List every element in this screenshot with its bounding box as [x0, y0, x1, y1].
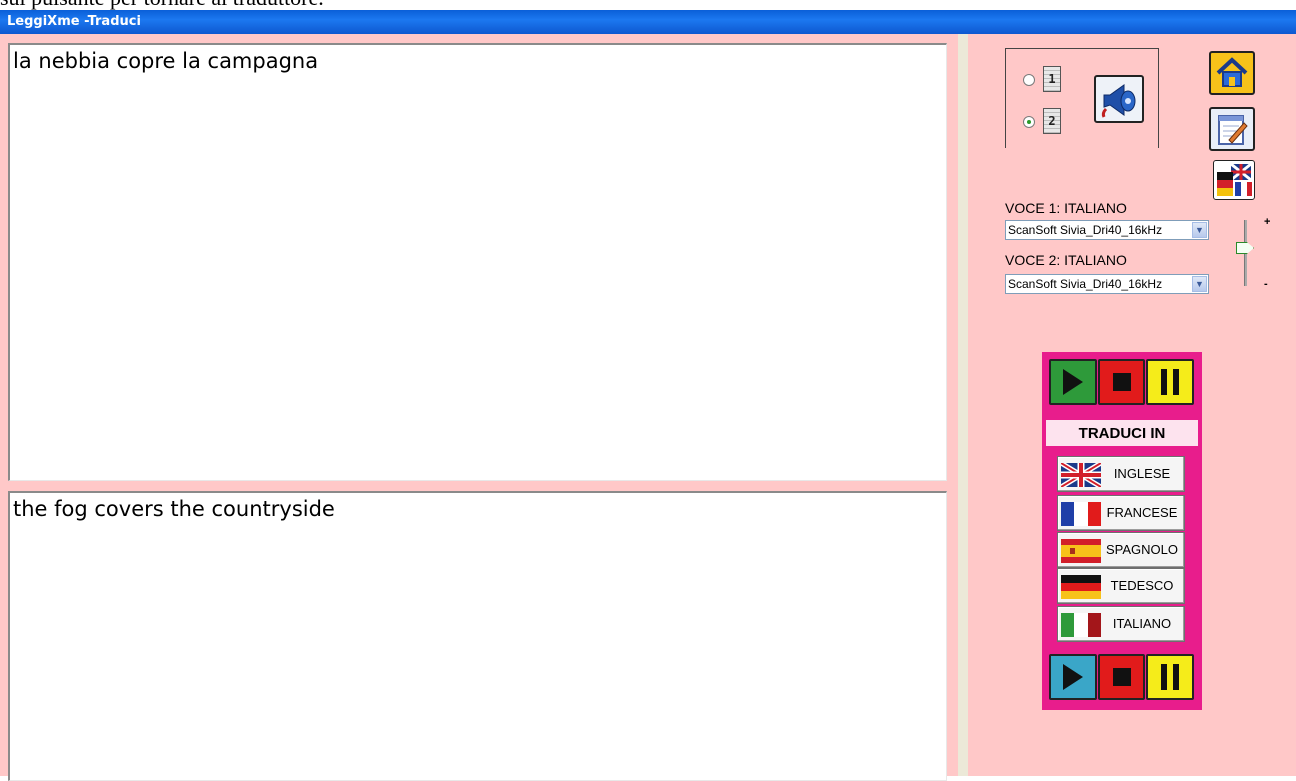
voice-2-label: VOCE 2: ITALIANO: [1005, 252, 1127, 268]
stop-icon: [1112, 373, 1131, 391]
pause-button[interactable]: [1146, 359, 1195, 405]
splitter[interactable]: [958, 34, 968, 776]
language-label: INGLESE: [1113, 466, 1171, 481]
source-text-box[interactable]: la nebbia copre la campagna: [8, 43, 947, 481]
speaker-horn-button[interactable]: [1094, 75, 1144, 123]
pause-icon: [1161, 664, 1180, 690]
stop-icon: [1112, 668, 1131, 686]
chevron-down-icon[interactable]: ▼: [1192, 276, 1207, 292]
home-button[interactable]: [1209, 51, 1255, 95]
pause-button[interactable]: [1146, 654, 1195, 700]
notepad-button[interactable]: [1209, 107, 1255, 151]
translate-to-title: TRADUCI IN: [1046, 420, 1198, 446]
spain-flag-icon: [1061, 539, 1101, 563]
translated-text: the fog covers the countryside: [13, 497, 335, 521]
voice-1-select-value: ScanSoft Sivia_Dri40_16kHz: [1008, 223, 1163, 237]
germany-flag-icon: [1061, 575, 1101, 599]
play-icon: [1062, 369, 1083, 395]
voice-2-select-value: ScanSoft Sivia_Dri40_16kHz: [1008, 277, 1163, 291]
document-text-fragment: sul pulsante per tornare al traduttore.: [0, 0, 700, 10]
speaker-horn-icon: [1101, 84, 1136, 118]
translate-french-button[interactable]: FRANCESE: [1057, 495, 1185, 531]
control-sidebar: 1 2 VOCE 1: ITALIANO ScanSoft Sivia_Dri4…: [968, 34, 1296, 776]
stop-button[interactable]: [1097, 654, 1146, 700]
source-text: la nebbia copre la campagna: [13, 49, 319, 73]
uk-flag-icon: [1061, 463, 1101, 487]
language-label: ITALIANO: [1112, 616, 1172, 631]
language-label: SPAGNOLO: [1105, 542, 1178, 557]
play-button[interactable]: [1049, 359, 1097, 405]
notepad-icon: [1218, 115, 1248, 145]
voice-2-select[interactable]: ScanSoft Sivia_Dri40_16kHz ▼: [1005, 274, 1209, 294]
voice-1-label: VOCE 1: ITALIANO: [1005, 200, 1127, 216]
source-playback-controls: [1049, 359, 1195, 405]
volume-minus-label: -: [1264, 278, 1268, 290]
translate-spanish-button[interactable]: SPAGNOLO: [1057, 532, 1185, 568]
text-area-region: la nebbia copre la campagna the fog cove…: [0, 34, 968, 781]
volume-plus-label: +: [1264, 216, 1271, 228]
voice-2-radio[interactable]: [1023, 116, 1035, 128]
chevron-down-icon[interactable]: ▼: [1192, 222, 1207, 238]
pause-icon: [1161, 369, 1180, 395]
france-flag-icon: [1061, 502, 1101, 526]
voice-1-number-icon: 1: [1043, 66, 1061, 92]
translation-text-box[interactable]: the fog covers the countryside: [8, 491, 947, 781]
home-icon: [1216, 57, 1248, 87]
play-icon: [1062, 664, 1083, 690]
language-flags-button[interactable]: [1213, 160, 1255, 200]
voice-1-radio[interactable]: [1023, 74, 1035, 86]
volume-slider-thumb[interactable]: [1236, 242, 1254, 254]
voice-2-number-icon: 2: [1043, 108, 1061, 134]
window-title: LeggiXme -Traduci: [7, 14, 141, 29]
translate-italian-button[interactable]: ITALIANO: [1057, 606, 1185, 642]
translation-playback-controls: [1049, 654, 1195, 700]
voice-selector-group: 1 2: [1005, 48, 1159, 148]
language-label: FRANCESE: [1106, 505, 1178, 520]
translate-panel: TRADUCI IN INGLESE FRANCESE SPAGNOLO TED…: [1042, 352, 1202, 710]
language-label: TEDESCO: [1110, 578, 1174, 593]
language-flags-icon: [1217, 162, 1252, 196]
translate-german-button[interactable]: TEDESCO: [1057, 568, 1185, 604]
stop-button[interactable]: [1097, 359, 1146, 405]
window-titlebar: LeggiXme -Traduci: [0, 10, 1296, 34]
voice-1-select[interactable]: ScanSoft Sivia_Dri40_16kHz ▼: [1005, 220, 1209, 240]
italy-flag-icon: [1061, 613, 1101, 637]
play-button[interactable]: [1049, 654, 1097, 700]
translate-english-button[interactable]: INGLESE: [1057, 456, 1185, 492]
